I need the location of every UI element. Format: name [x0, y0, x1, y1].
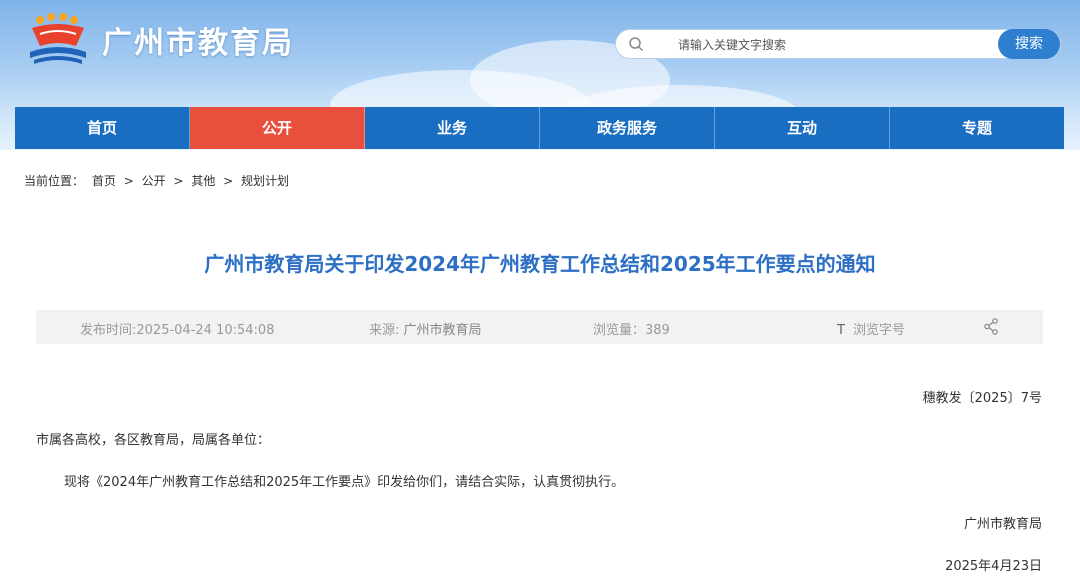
bureau-logo-icon[interactable] [26, 12, 90, 66]
font-size-label: 浏览字号 [852, 323, 905, 338]
signer: 广州市教育局 [963, 517, 1042, 532]
article-title: 广州市教育局关于印发2024年广州教育工作总结和2025年工作要点的通知 [204, 252, 876, 276]
breadcrumb-separator: > [123, 174, 134, 188]
nav-item-home[interactable]: 首页 [15, 107, 190, 149]
font-size-icon: T [837, 323, 845, 338]
issue-date: 2025年4月23日 [945, 559, 1042, 574]
search-box: 搜索 [615, 29, 1061, 59]
site-title[interactable]: 广州市教育局 [102, 18, 294, 62]
view-count-label: 浏览量： [593, 323, 646, 338]
breadcrumb: 当前位置： 首页 > 公开 > 其他 > 规划计划 [24, 172, 293, 189]
document-number: 穗教发〔2025〕7号 [922, 391, 1042, 406]
search-input[interactable] [676, 34, 1000, 56]
source-label: 来源: [369, 323, 400, 338]
nav-item-public[interactable]: 公开 [190, 107, 365, 149]
main-nav: 首页 公开 业务 政务服务 互动 专题 [15, 107, 1064, 149]
article-meta-bar: 发布时间:2025-04-24 10:54:08 来源: 广州市教育局 浏览量：… [36, 310, 1043, 344]
search-button[interactable]: 搜索 [998, 29, 1060, 59]
publish-time: 发布时间:2025-04-24 10:54:08 [80, 323, 275, 338]
breadcrumb-item-other[interactable]: 其他 [191, 174, 215, 188]
breadcrumb-separator: > [173, 174, 184, 188]
breadcrumb-prefix: 当前位置： [24, 174, 85, 188]
addressee: 市属各高校，各区教育局，局属各单位： [36, 433, 271, 448]
source: 来源: 广州市教育局 [369, 319, 482, 338]
share-icon[interactable] [983, 318, 999, 335]
article-body: 现将《2024年广州教育工作总结和2025年工作要点》印发给你们，请结合实际，认… [64, 475, 625, 490]
breadcrumb-separator: > [223, 174, 234, 188]
nav-item-gov-services[interactable]: 政务服务 [540, 107, 715, 149]
nav-item-topics[interactable]: 专题 [890, 107, 1064, 149]
view-count-value: 389 [645, 323, 670, 338]
search-icon [629, 37, 644, 52]
breadcrumb-item-plans[interactable]: 规划计划 [241, 174, 289, 188]
nav-item-interaction[interactable]: 互动 [715, 107, 890, 149]
breadcrumb-item-public[interactable]: 公开 [142, 174, 166, 188]
source-value: 广州市教育局 [403, 323, 482, 338]
view-count: 浏览量：389 [593, 319, 670, 338]
nav-item-business[interactable]: 业务 [365, 107, 540, 149]
font-size-control[interactable]: T 浏览字号 [837, 319, 905, 338]
breadcrumb-item-home[interactable]: 首页 [92, 174, 116, 188]
